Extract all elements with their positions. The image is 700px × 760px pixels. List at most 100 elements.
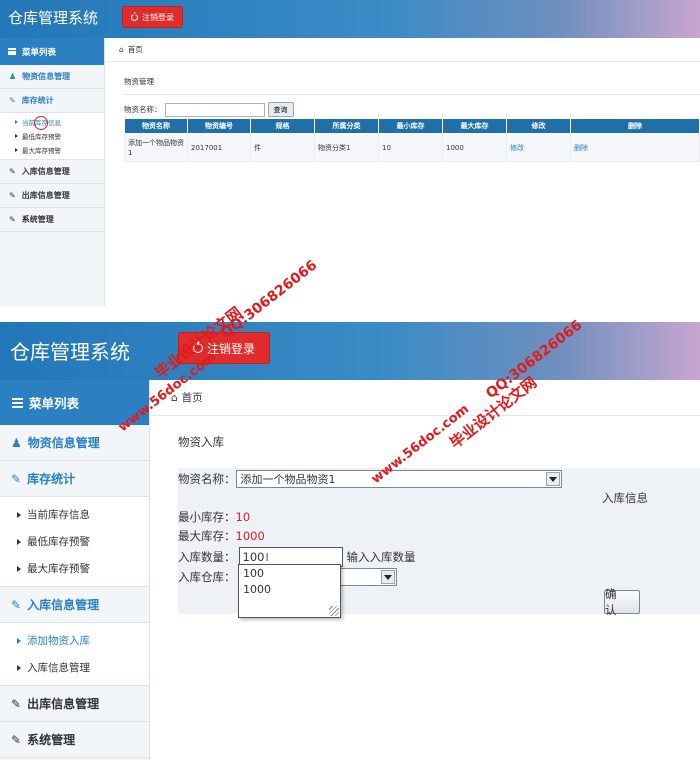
autocomplete-option[interactable]: 1000 (239, 581, 340, 597)
inbound-info-label: 入库信息 (602, 491, 648, 505)
min-stock-label: 最小库存： (178, 510, 236, 524)
top-header: 仓库管理系统 注销登录 (0, 0, 700, 38)
submenu-min-stock-alert[interactable]: 最低库存预警 (0, 528, 149, 555)
sidebar-item-label: 出库信息管理 (27, 697, 100, 711)
edit-icon: ✎ (11, 471, 22, 486)
sidebar-item-system[interactable]: ✎ 系统管理 (0, 722, 149, 758)
menu-list-title: 菜单列表 (22, 47, 57, 58)
warehouse-label: 入库仓库： (178, 570, 236, 584)
cell-max-stock: 1000 (442, 133, 507, 162)
edit-icon: ✎ (9, 215, 16, 224)
menu-list-header: 菜单列表 (0, 38, 104, 65)
sidebar-item-material-info[interactable]: ♟ 物资信息管理 (0, 65, 104, 89)
cell-spec: 件 (250, 133, 315, 162)
list-icon (12, 397, 23, 408)
user-icon: ♟ (9, 72, 17, 81)
table-row: 添加一个物品物资1 2017001 件 物资分类1 10 1000 修改 删除 (124, 133, 700, 162)
submenu-label: 最大库存预警 (27, 563, 90, 575)
chevron-down-icon[interactable] (545, 472, 560, 486)
breadcrumb: ⌂ 首页 (106, 38, 700, 62)
submenu-label: 入库信息管理 (27, 662, 90, 674)
sidebar-item-inbound[interactable]: ✎ 入库信息管理 (0, 160, 104, 184)
sidebar-item-inventory-stats[interactable]: ✎ 库存统计 (0, 461, 149, 497)
logout-button[interactable]: 注销登录 (178, 332, 271, 364)
edit-icon: ✎ (11, 696, 22, 711)
submenu-max-stock-alert[interactable]: 最大库存预警 (0, 555, 149, 582)
edit-icon: ✎ (9, 96, 16, 105)
submenu-add-inbound[interactable]: 添加物资入库 (0, 627, 149, 654)
sidebar-item-material-info[interactable]: ♟ 物资信息管理 (0, 425, 149, 461)
submenu-current-stock[interactable]: 当前库存信息 (0, 115, 104, 129)
material-table: 物资名称 物资编号 规格 所属分类 最小库存 最大库存 修改 删除 添加一个物品… (124, 118, 700, 162)
autocomplete-option[interactable]: 100 (239, 565, 340, 581)
breadcrumb-home[interactable]: 首页 (128, 44, 143, 55)
column-header: 规格 (250, 118, 315, 134)
sidebar-item-inventory-stats[interactable]: ✎ 库存统计 (0, 89, 104, 113)
sidebar-item-label: 系统管理 (21, 215, 54, 224)
submenu-label: 添加物资入库 (27, 635, 90, 647)
caret-right-icon (17, 664, 21, 671)
user-icon: ♟ (11, 435, 22, 450)
home-icon: ⌂ (119, 45, 124, 54)
material-name-select[interactable]: 添加一个物品物资1 (235, 470, 562, 488)
menu-list-header: 菜单列表 (0, 380, 149, 425)
edit-link[interactable]: 修改 (506, 133, 571, 162)
divider (124, 94, 700, 95)
min-stock-value: 10 (235, 510, 251, 524)
list-icon (8, 48, 16, 55)
submenu-current-stock[interactable]: 当前库存信息 (0, 501, 149, 528)
sidebar-item-inbound[interactable]: ✎ 入库信息管理 (0, 587, 149, 623)
sidebar-item-outbound[interactable]: ✎ 出库信息管理 (0, 686, 149, 722)
search-button[interactable]: 查询 (267, 102, 294, 117)
quantity-hint: 输入入库数量 (346, 550, 416, 564)
edit-icon: ✎ (9, 167, 16, 176)
resize-grip-icon[interactable] (329, 606, 339, 616)
screenshot-material-management: 仓库管理系统 注销登录 菜单列表 ♟ 物资信息管理 ✎ 库存统计 当前库存信息 … (0, 0, 700, 306)
quantity-label: 入库数量： (178, 550, 236, 564)
submenu-min-stock-alert[interactable]: 最低库存预警 (0, 129, 104, 143)
sidebar: 菜单列表 ♟ 物资信息管理 ✎ 库存统计 当前库存信息 最低库存预警 最大库存预… (0, 380, 150, 760)
caret-right-icon (17, 538, 21, 545)
confirm-button[interactable]: 确 认 (604, 587, 640, 617)
sidebar-item-system[interactable]: ✎ 系统管理 (0, 208, 104, 232)
submenu-inbound-records[interactable]: 入库信息管理 (0, 654, 149, 681)
sidebar-item-label: 出库信息管理 (21, 191, 70, 200)
chevron-down-icon[interactable] (380, 570, 395, 584)
column-header: 物资编号 (187, 118, 251, 134)
submenu-label: 最低库存预警 (27, 536, 90, 548)
delete-link[interactable]: 删除 (570, 133, 700, 162)
caret-right-icon (15, 120, 18, 124)
column-header: 物资名称 (124, 118, 188, 134)
sidebar-item-label: 库存统计 (27, 472, 76, 486)
menu-list-title: 菜单列表 (29, 396, 80, 411)
max-stock-label: 最大库存： (178, 529, 236, 543)
page-title: 物资入库 (178, 435, 224, 449)
inbound-submenu: 添加物资入库 入库信息管理 (0, 623, 149, 686)
submenu-label: 当前库存信息 (27, 509, 90, 521)
breadcrumb-home[interactable]: 首页 (182, 390, 203, 405)
column-header: 删除 (570, 118, 700, 134)
submenu-label: 最低库存预警 (22, 133, 61, 141)
logout-label: 注销登录 (142, 12, 174, 22)
breadcrumb: ⌂ 首页 (151, 380, 700, 416)
sidebar-item-label: 库存统计 (21, 96, 54, 105)
submenu-label: 最大库存预警 (22, 147, 61, 155)
search-label: 物资名称： (124, 105, 162, 114)
sidebar-item-label: 系统管理 (27, 733, 76, 747)
inventory-submenu: 当前库存信息 最低库存预警 最大库存预警 (0, 113, 104, 160)
caret-right-icon (17, 511, 21, 518)
cell-min-stock: 10 (378, 133, 443, 162)
search-input[interactable] (164, 102, 265, 117)
material-name-value: 添加一个物品物资1 (240, 473, 336, 486)
cell-category: 物资分类1 (314, 133, 379, 162)
quantity-value: 100 (242, 550, 265, 564)
app-title: 仓库管理系统 (10, 340, 130, 364)
app-title: 仓库管理系统 (8, 9, 99, 27)
submenu-max-stock-alert[interactable]: 最大库存预警 (0, 143, 104, 157)
edit-icon: ✎ (11, 597, 22, 612)
logout-button[interactable]: 注销登录 (122, 6, 183, 28)
home-icon: ⌂ (171, 391, 178, 404)
sidebar-item-outbound[interactable]: ✎ 出库信息管理 (0, 184, 104, 208)
column-header: 最小库存 (378, 118, 443, 134)
sidebar-item-label: 物资信息管理 (27, 436, 100, 450)
